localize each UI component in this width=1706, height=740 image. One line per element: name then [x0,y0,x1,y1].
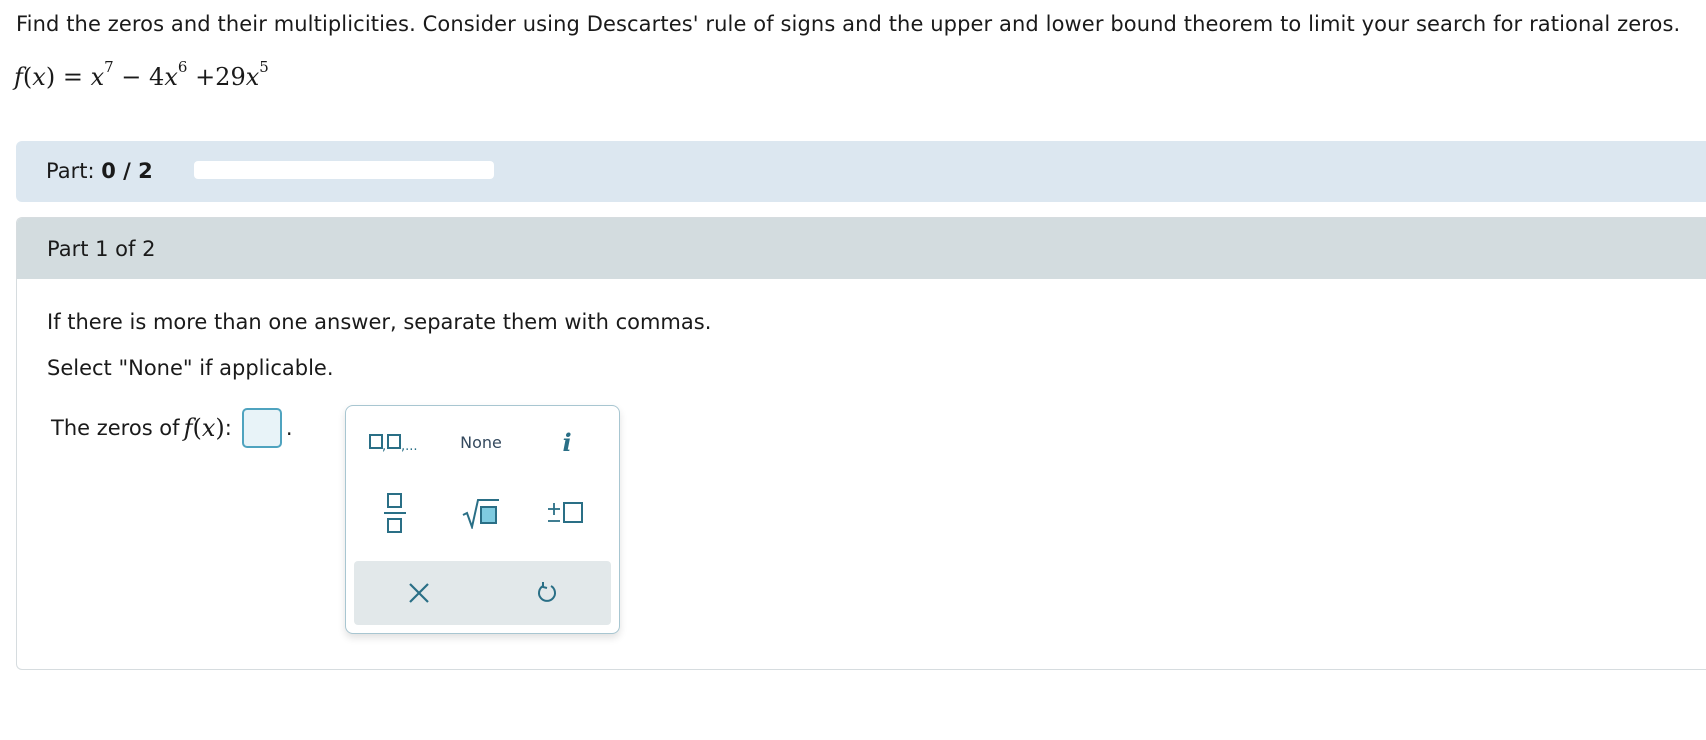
plus-minus-button[interactable] [532,488,602,538]
answer-label: The zeros of [51,416,180,440]
none-button[interactable]: None [446,420,516,464]
part-progress-bar: Part: 0 / 2 [16,141,1706,202]
term2-base: x [164,63,178,91]
svg-text:,...: ,... [401,439,418,452]
list-template-icon: , ,... [369,434,418,452]
term2-operator: − [121,63,142,91]
function-formula: f(x) = x7 − 4x6 +29x5 [14,58,269,91]
term1-exponent: 7 [104,58,114,76]
keypad-actions [354,561,611,625]
undo-icon [538,582,556,602]
function-name: f [14,63,23,91]
answer-input[interactable] [241,408,282,448]
function-var: x [32,63,46,91]
answer-function: f(x) [183,414,225,442]
term3-exponent: 5 [259,58,269,76]
part-title: Part 1 of 2 [47,237,156,261]
term3-operator: + [195,63,216,91]
progress-track [194,161,494,179]
term3-base: x [245,63,260,91]
list-template-button[interactable]: , ,... [360,420,430,464]
close-icon [409,583,429,603]
fraction-button[interactable] [360,488,430,538]
answer-fx-name: f [183,414,193,442]
clear-button[interactable] [374,571,464,615]
answer-fx-var: x [201,414,216,442]
plus-minus-icon [548,502,583,523]
answer-period: . [285,416,293,440]
instruction-none: Select "None" if applicable. [47,356,334,380]
math-keypad: , ,... None i [345,405,620,634]
answer-row: The zeros of f(x): . [51,406,293,450]
undo-button[interactable] [502,571,592,615]
progress-value: 0 / 2 [101,159,153,183]
instruction-commas: If there is more than one answer, separa… [47,310,712,334]
sqrt-button[interactable] [446,488,516,538]
sqrt-icon [462,499,499,529]
info-button[interactable]: i [532,420,602,464]
part-header: Part 1 of 2 [17,218,1706,279]
part-progress-label: Part: 0 / 2 [46,159,153,183]
term1-base: x [90,63,105,91]
term2-coefficient: 4 [149,63,165,91]
term3-coefficient: 29 [215,63,246,91]
fraction-icon [384,493,406,533]
progress-label-text: Part: [46,159,95,183]
problem-instructions: Find the zeros and their multiplicities.… [16,12,1681,36]
part-panel: Part 1 of 2 If there is more than one an… [16,217,1706,670]
svg-text:,: , [382,439,386,452]
term2-exponent: 6 [177,58,188,76]
answer-colon: : [224,416,232,440]
